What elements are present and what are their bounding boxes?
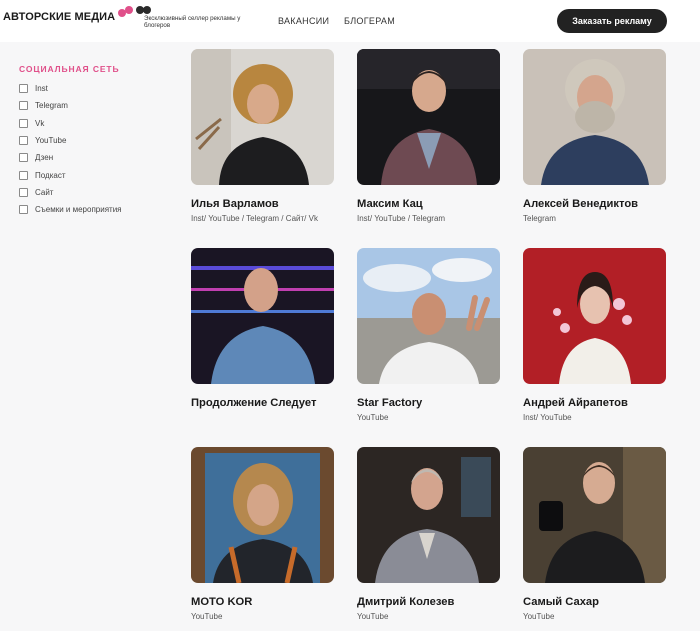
checkbox[interactable] [19, 101, 28, 111]
blogger-platforms: Inst/ YouTube / Telegram [357, 214, 446, 223]
blogger-platforms: Inst/ YouTube / Telegram / Сайт/ Vk [191, 214, 318, 223]
blogger-name[interactable]: Продолжение Следует [191, 397, 335, 409]
checkbox[interactable] [19, 153, 28, 163]
blogger-name[interactable]: Илья Варламов [191, 198, 335, 210]
blogger-platforms: YouTube [191, 612, 223, 621]
filter-events[interactable]: Съемки и мероприятия [19, 201, 179, 218]
filter-label: Подкаст [35, 170, 66, 180]
nav-vacancies[interactable]: ВАКАНСИИ [278, 16, 329, 26]
logo-text: АВТОРСКИЕ МЕДИА [3, 11, 116, 23]
blogger-name[interactable]: Максим Кац [357, 198, 501, 210]
tagline: Эксклюзивный селлер рекламы у блогеров [144, 15, 241, 29]
logo[interactable]: АВТОРСКИЕ МЕДИА [3, 6, 158, 24]
blogger-name[interactable]: Алексей Венедиктов [523, 198, 667, 210]
blogger-name[interactable]: Star Factory [357, 397, 501, 409]
checkbox[interactable] [19, 170, 28, 180]
filter-label: Telegram [35, 101, 68, 111]
filter-label: Сайт [35, 187, 54, 197]
filter-label: Vk [35, 118, 45, 128]
blogger-card[interactable]: Максим Кац Inst/ YouTube / Telegram [357, 49, 501, 223]
blogger-card[interactable]: Самый Сахар YouTube [523, 447, 667, 621]
blogger-name[interactable]: Самый Сахар [523, 596, 667, 608]
blogger-name[interactable]: Дмитрий Колезев [357, 596, 501, 608]
blogger-photo[interactable] [357, 49, 500, 185]
blogger-platforms: YouTube [523, 612, 555, 621]
filter-label: Дзен [35, 153, 54, 163]
checkbox[interactable] [19, 205, 28, 215]
blogger-name[interactable]: Андрей Айрапетов [523, 397, 667, 409]
nav-for-bloggers[interactable]: БЛОГЕРАМ [344, 16, 395, 26]
blogger-platforms: YouTube [357, 413, 389, 422]
blogger-card[interactable]: Дмитрий Колезев YouTube [357, 447, 501, 621]
blogger-photo[interactable] [523, 248, 666, 384]
filter-vk[interactable]: Vk [19, 115, 179, 132]
checkbox[interactable] [19, 84, 28, 94]
blogger-card[interactable]: Star Factory YouTube [357, 248, 501, 422]
blogger-card[interactable]: Андрей Айрапетов Inst/ YouTube [523, 248, 667, 422]
blogger-card[interactable]: Илья Варламов Inst/ YouTube / Telegram /… [191, 49, 335, 223]
blogger-name[interactable]: MOTO KOR [191, 596, 335, 608]
checkbox[interactable] [19, 118, 28, 128]
blogger-photo[interactable] [357, 248, 500, 384]
filter-label: YouTube [35, 136, 67, 146]
filter-sidebar: СОЦИАЛЬНАЯ СЕТЬ Inst Telegram Vk YouTube… [19, 64, 179, 218]
blogger-photo[interactable] [191, 248, 334, 384]
blogger-photo[interactable] [523, 447, 666, 583]
filter-inst[interactable]: Inst [19, 80, 179, 97]
blogger-platforms: Inst/ YouTube [523, 413, 572, 422]
filter-label: Съемки и мероприятия [35, 205, 122, 215]
checkbox[interactable] [19, 187, 28, 197]
filter-youtube[interactable]: YouTube [19, 132, 179, 149]
blogger-card[interactable]: Продолжение Следует [191, 248, 335, 413]
blogger-photo[interactable] [357, 447, 500, 583]
blogger-platforms: YouTube [357, 612, 389, 621]
checkbox[interactable] [19, 136, 28, 146]
filter-title: СОЦИАЛЬНАЯ СЕТЬ [19, 64, 120, 74]
filter-telegram[interactable]: Telegram [19, 97, 179, 114]
blogger-card[interactable]: Алексей Венедиктов Telegram [523, 49, 667, 223]
blogger-card[interactable]: MOTO KOR YouTube [191, 447, 335, 621]
filter-label: Inst [35, 84, 48, 94]
blogger-platforms: Telegram [523, 214, 556, 223]
filter-dzen[interactable]: Дзен [19, 149, 179, 166]
filter-podcast[interactable]: Подкаст [19, 166, 179, 183]
filter-site[interactable]: Сайт [19, 184, 179, 201]
blogger-photo[interactable] [523, 49, 666, 185]
blogger-photo[interactable] [191, 447, 334, 583]
order-ad-button[interactable]: Заказать рекламу [557, 9, 667, 33]
blogger-photo[interactable] [191, 49, 334, 185]
site-header: АВТОРСКИЕ МЕДИА Эксклюзивный селлер рекл… [0, 0, 700, 42]
